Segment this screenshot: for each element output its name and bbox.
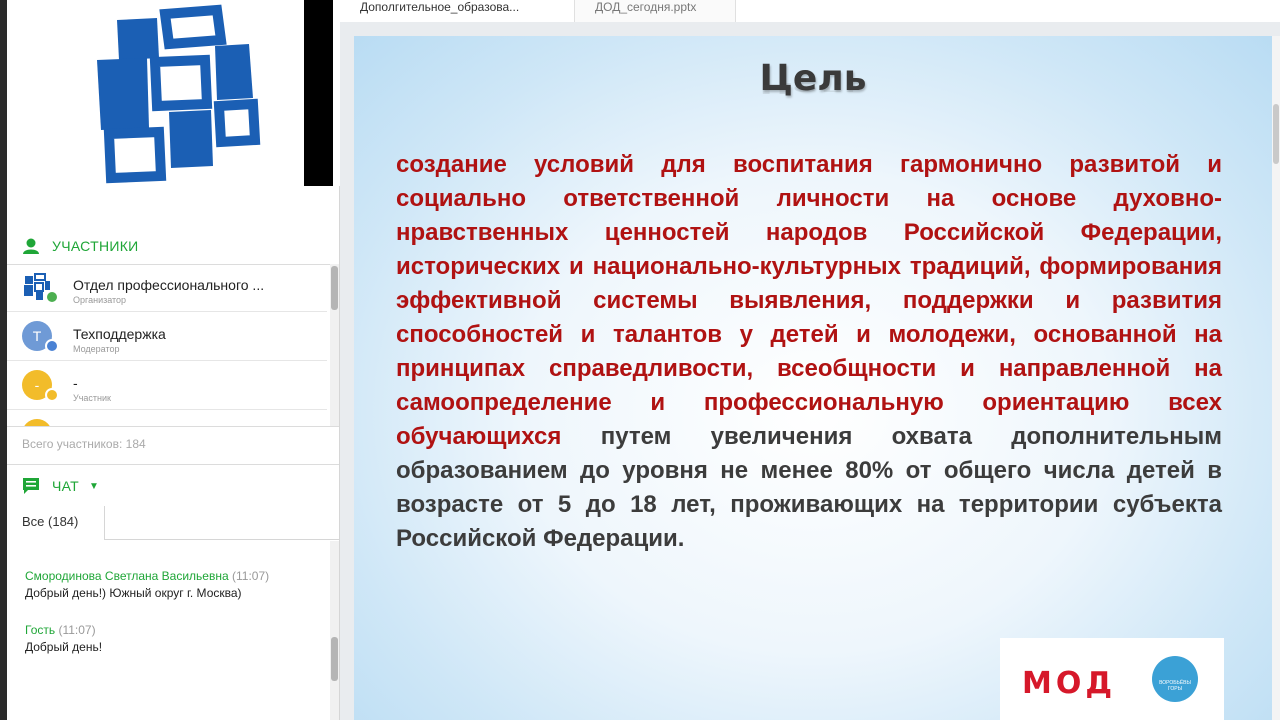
participant-row[interactable] xyxy=(7,411,327,426)
presentation-slide: Цель Цель создание условий для воспитани… xyxy=(354,36,1272,720)
slide-title-reflection: Цель xyxy=(759,81,867,96)
participant-role: Участник xyxy=(73,393,111,403)
chat-message: Смородинова Светлана Васильевна (11:07) … xyxy=(25,569,269,600)
total-participants: Всего участников: 184 xyxy=(22,437,146,451)
message-time: (11:07) xyxy=(231,569,270,583)
slide-scrollbar[interactable] xyxy=(1272,36,1280,720)
divider xyxy=(7,426,340,427)
chat-message: Гость (11:07) Добрый день! xyxy=(25,623,102,654)
message-text: Добрый день!) Южный округ г. Москва) xyxy=(25,586,242,600)
participant-row[interactable]: - - Участник xyxy=(7,362,327,410)
chat-header[interactable]: ЧАТ ▼ xyxy=(7,466,340,506)
video-letterbox xyxy=(304,0,333,186)
tab-document-1[interactable]: Дополгительное_образова... xyxy=(340,0,572,22)
video-feed xyxy=(7,0,333,186)
scroll-thumb[interactable] xyxy=(331,637,338,681)
participant-name: - xyxy=(73,375,78,391)
chat-tabs: Все (184) xyxy=(7,506,340,540)
participant-role: Организатор xyxy=(73,295,127,305)
chevron-down-icon[interactable]: ▼ xyxy=(89,481,99,492)
participants-scrollbar[interactable] xyxy=(330,264,339,426)
participants-list: Отдел профессионального ... Организатор … xyxy=(7,264,340,426)
role-badge xyxy=(45,339,59,353)
window-edge xyxy=(0,0,7,720)
message-author[interactable]: Гость xyxy=(25,623,55,637)
scroll-thumb[interactable] xyxy=(1273,104,1279,164)
participant-name: Отдел профессионального ... xyxy=(73,277,265,293)
chat-messages: Смородинова Светлана Васильевна (11:07) … xyxy=(7,541,340,720)
role-badge xyxy=(45,290,59,304)
message-text: Добрый день! xyxy=(25,640,103,654)
scroll-thumb[interactable] xyxy=(331,266,338,310)
chat-scrollbar[interactable] xyxy=(330,541,339,720)
slide-body: создание условий для воспитания гармонич… xyxy=(396,148,1222,556)
chat-title: ЧАТ xyxy=(52,478,80,494)
vorobyovy-gory-logo: ВОРОБЬЁВЫ ГОРЫ xyxy=(1152,656,1198,702)
avatar xyxy=(22,419,52,426)
participants-icon xyxy=(23,238,39,254)
participant-role: Модератор xyxy=(73,344,120,354)
vorobyovy-gory-logo-text: ВОРОБЬЁВЫ ГОРЫ xyxy=(1159,680,1191,692)
organization-logo xyxy=(97,4,261,184)
message-author[interactable]: Смородинова Светлана Васильевна xyxy=(25,569,229,583)
participant-row[interactable]: Отдел профессионального ... Организатор xyxy=(7,264,327,312)
chat-icon xyxy=(23,478,39,494)
participants-title: УЧАСТНИКИ xyxy=(52,238,139,254)
participants-header[interactable]: УЧАСТНИКИ xyxy=(7,226,340,266)
chat-tab-all[interactable]: Все (184) xyxy=(7,506,105,540)
left-panel: УЧАСТНИКИ Отдел профессионального ... Ор… xyxy=(7,0,340,720)
footer-logos: МОД ВОРОБЬЁВЫ ГОРЫ xyxy=(1000,638,1224,720)
tab-document-2[interactable]: ДОД_сегодня.pptx xyxy=(574,0,736,22)
participant-name: Техподдержка xyxy=(73,326,166,342)
mod-logo: МОД xyxy=(1022,666,1117,701)
participant-row[interactable]: Т Техподдержка Модератор xyxy=(7,313,327,361)
slide-body-goal: создание условий для воспитания гармонич… xyxy=(396,151,1222,450)
message-time: (11:07) xyxy=(58,623,96,637)
divider xyxy=(7,464,340,465)
document-tabs: Дополгительное_образова... ДОД_сегодня.p… xyxy=(340,0,1280,22)
role-badge xyxy=(45,388,59,402)
